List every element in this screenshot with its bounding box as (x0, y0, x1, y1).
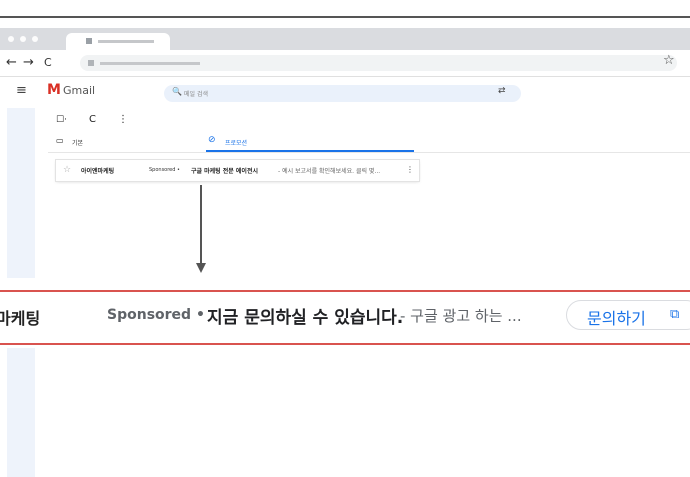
mail-search-bar[interactable]: 🔍 메일 검색 ⇄ (164, 85, 521, 102)
refresh-icon[interactable]: C (89, 114, 96, 125)
contact-cta-label: 문의하기 (587, 309, 646, 328)
gmail-logo-icon[interactable]: M (47, 82, 61, 98)
select-all-checkbox-icon[interactable]: ☐· (56, 115, 67, 125)
row-sender: 아이엔마케팅 (81, 168, 115, 175)
tag-icon[interactable]: ⊘ (208, 135, 216, 145)
site-info-icon[interactable] (88, 60, 94, 66)
main-menu-icon[interactable]: ≡ (16, 83, 27, 98)
rail-panel-lower (7, 348, 35, 477)
browser-toolbar: ← → C ☆ ⋮ (0, 50, 690, 77)
zoomed-email-row[interactable]: 마케팅 Sponsored • 지금 문의하실 수 있습니다. - 구글 광고 … (0, 290, 690, 345)
callout-arrow-line (200, 185, 202, 265)
window-maximize-dot[interactable] (32, 36, 38, 42)
callout-arrow-head (196, 263, 206, 273)
forward-arrow-icon[interactable]: → (23, 55, 34, 71)
row-subject: 구글 마케팅 전문 에이전시 (191, 168, 258, 175)
row-sponsored-label: Sponsored • (149, 167, 180, 173)
zoom-sponsored-text: Sponsored (107, 307, 192, 323)
row-snippet: - 예시 보고서를 확인해보세요. 클릭 몇... (278, 168, 381, 175)
external-link-icon: ⧉ (670, 307, 680, 322)
category-divider (48, 152, 690, 153)
bookmark-star-icon[interactable]: ☆ (663, 53, 675, 68)
zoom-snippet: - 구글 광고 하는 ... (400, 307, 522, 325)
zoom-sender: 마케팅 (0, 309, 41, 328)
tab-title-placeholder (98, 40, 154, 43)
zoom-subject: 지금 문의하실 수 있습니다. (207, 308, 404, 328)
zoom-sponsored-label: Sponsored • (107, 307, 205, 323)
browser-menu-icon[interactable]: ⋮ (685, 53, 690, 67)
search-placeholder: 메일 검색 (184, 91, 208, 98)
inbox-icon[interactable]: ▭ (56, 136, 64, 145)
rail-panel-upper (7, 108, 35, 278)
browser-tab-strip (0, 28, 690, 50)
browser-tab[interactable] (66, 33, 170, 50)
more-actions-icon[interactable]: ⋮ (118, 114, 128, 125)
address-bar[interactable] (80, 55, 677, 71)
back-arrow-icon[interactable]: ← (6, 55, 17, 71)
search-options-icon[interactable]: ⇄ (498, 86, 506, 96)
favicon-icon (86, 38, 92, 44)
reload-icon[interactable]: C (44, 55, 52, 71)
window-close-dot[interactable] (8, 36, 14, 42)
zoom-bullet: • (195, 307, 205, 323)
row-more-icon[interactable]: ⋮ (406, 165, 414, 174)
top-divider (0, 16, 690, 18)
gmail-brand-text[interactable]: Gmail (63, 84, 95, 97)
url-placeholder (100, 62, 200, 65)
window-minimize-dot[interactable] (20, 36, 26, 42)
tab-promotions[interactable]: 프로모션 (225, 138, 247, 147)
sponsored-email-row[interactable]: ☆ 아이엔마케팅 Sponsored • 구글 마케팅 전문 에이전시 - 예시… (56, 160, 419, 181)
star-icon[interactable]: ☆ (63, 165, 71, 175)
contact-cta-button[interactable]: 문의하기 ⧉ (566, 300, 690, 330)
search-icon[interactable]: 🔍 (172, 87, 182, 96)
gmail-header: ≡ M Gmail 🔍 메일 검색 ⇄ (0, 78, 690, 108)
tab-primary[interactable]: 기본 (72, 138, 83, 147)
